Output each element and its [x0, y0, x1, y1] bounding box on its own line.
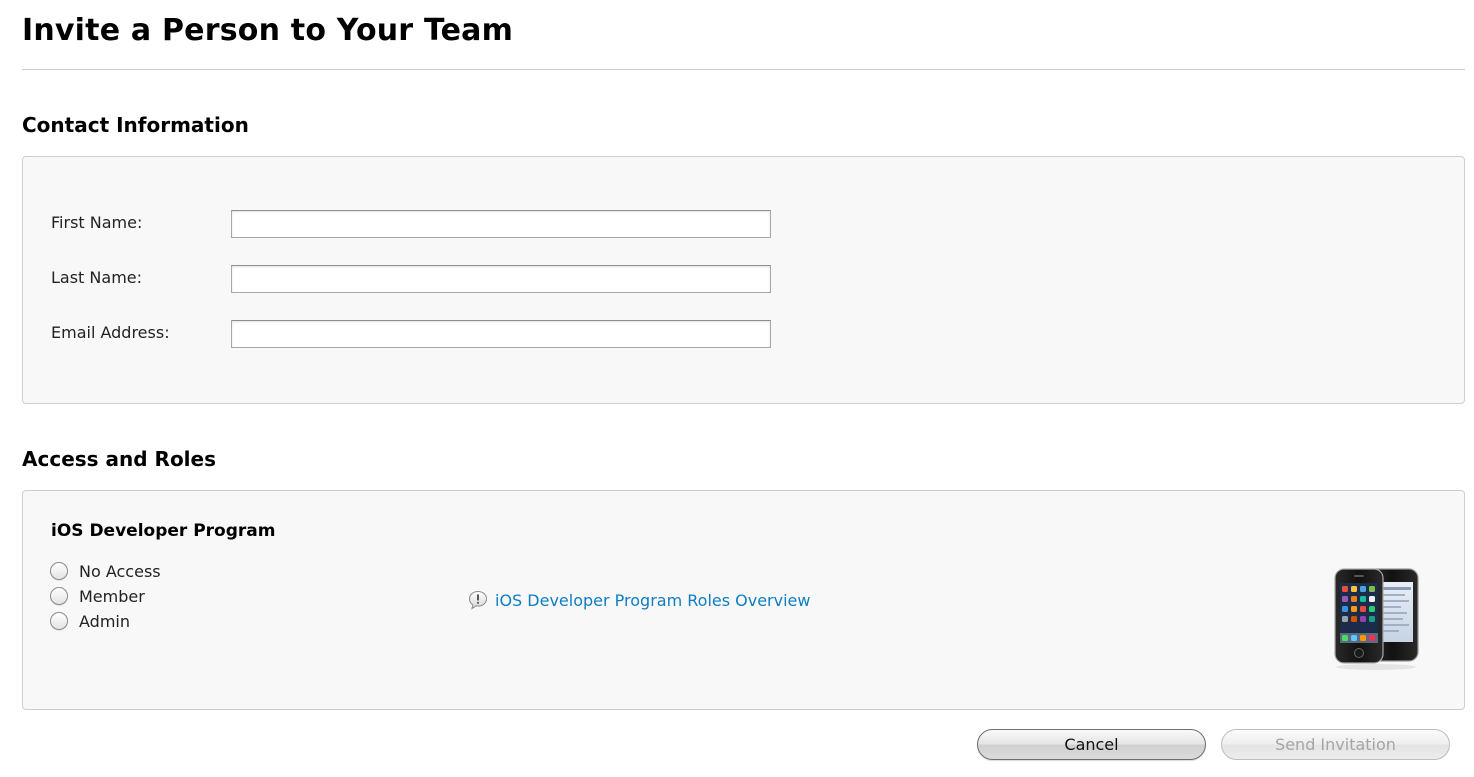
program-heading: iOS Developer Program [51, 521, 276, 541]
title-divider [22, 69, 1465, 70]
roles-overview-link[interactable]: iOS Developer Program Roles Overview [468, 590, 810, 610]
roles-link-label: iOS Developer Program Roles Overview [495, 590, 811, 610]
first-name-label: First Name: [51, 213, 143, 232]
email-address-field[interactable] [231, 320, 771, 348]
first-name-field[interactable] [231, 210, 771, 238]
access-section-heading: Access and Roles [22, 447, 217, 471]
radio-member[interactable]: Member [50, 585, 145, 607]
radio-button-icon[interactable] [50, 587, 68, 605]
last-name-field[interactable] [231, 265, 771, 293]
send-invitation-button[interactable]: Send Invitation [1221, 729, 1450, 760]
radio-no-access[interactable]: No Access [50, 560, 161, 582]
radio-label: Member [79, 586, 145, 606]
cancel-button[interactable]: Cancel [977, 729, 1206, 760]
contact-section-heading: Contact Information [22, 113, 249, 137]
last-name-label: Last Name: [51, 268, 143, 287]
access-panel: iOS Developer Program No Access Member A… [22, 490, 1465, 710]
page-title: Invite a Person to Your Team [22, 13, 514, 48]
info-bubble-icon [468, 590, 488, 610]
radio-button-icon[interactable] [50, 562, 68, 580]
iphone-devices-icon [1334, 568, 1419, 670]
radio-label: Admin [79, 611, 130, 631]
email-address-label: Email Address: [51, 323, 170, 342]
radio-admin[interactable]: Admin [50, 610, 130, 632]
radio-button-icon[interactable] [50, 612, 68, 630]
contact-panel: First Name: Last Name: Email Address: [22, 156, 1465, 404]
radio-label: No Access [79, 561, 161, 581]
